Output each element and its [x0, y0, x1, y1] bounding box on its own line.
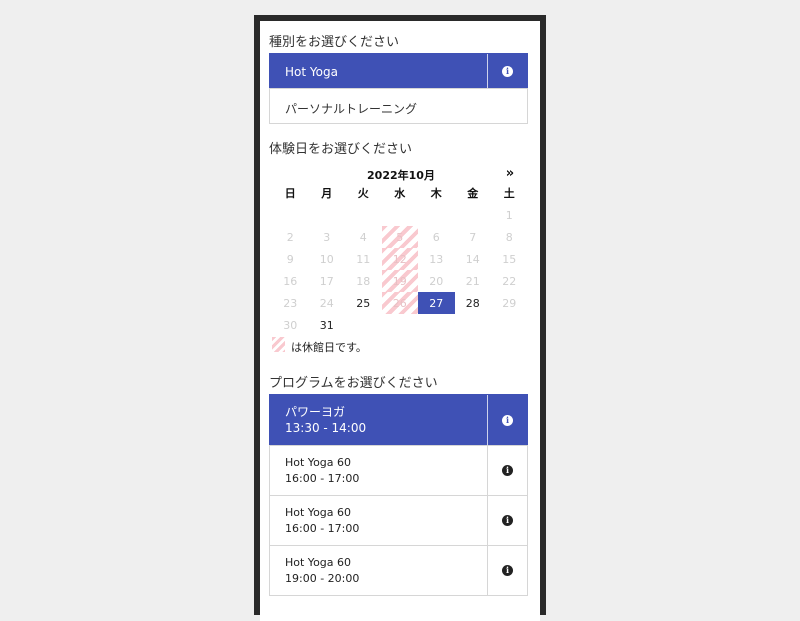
- calendar-day: 7: [469, 230, 477, 244]
- calendar-empty-cell: [345, 204, 382, 226]
- calendar-empty-cell: [272, 204, 309, 226]
- calendar-day: 1: [505, 208, 513, 222]
- program-name: Hot Yoga 60: [285, 456, 352, 469]
- calendar-day: 2: [286, 230, 294, 244]
- weekday-header: 金: [467, 187, 479, 200]
- calendar-day: 23: [283, 296, 298, 310]
- calendar-day-holiday: 19: [381, 270, 418, 292]
- calendar-day: 15: [502, 252, 517, 266]
- calendar-day: 14: [465, 252, 480, 266]
- calendar-empty-cell: [455, 314, 492, 336]
- program-time: 16:00 - 17:00: [285, 522, 360, 535]
- program-section-label: プログラムをお選びください: [269, 376, 438, 391]
- type-info-button[interactable]: i: [487, 54, 527, 88]
- program-info-button[interactable]: i: [487, 395, 527, 445]
- weekday-header: 火: [357, 187, 369, 200]
- calendar-day[interactable]: 28: [455, 292, 492, 314]
- calendar-day-holiday: 5: [381, 226, 418, 248]
- calendar-day: 24: [319, 296, 334, 310]
- calendar-day: 8: [505, 230, 513, 244]
- calendar-empty-cell: [418, 314, 455, 336]
- calendar-day: 22: [502, 274, 517, 288]
- holiday-legend-text: は休館日です。: [291, 341, 367, 354]
- info-icon: i: [502, 414, 513, 426]
- program-option[interactable]: パワーヨガ 13:30 - 14:00 i: [269, 394, 528, 446]
- calendar-day: 11: [356, 252, 371, 266]
- weekday-header: 月: [321, 187, 333, 200]
- info-icon: i: [502, 465, 513, 476]
- type-section-label: 種別をお選びください: [269, 35, 400, 50]
- program-option[interactable]: Hot Yoga 60 16:00 - 17:00 i: [269, 495, 528, 546]
- weekday-header: 日: [284, 187, 296, 200]
- calendar-day: 17: [319, 274, 334, 288]
- calendar-day: 29: [502, 296, 517, 310]
- calendar-day[interactable]: 25: [345, 292, 382, 314]
- program-option[interactable]: Hot Yoga 60 19:00 - 20:00 i: [269, 545, 528, 596]
- calendar-day-holiday: 12: [381, 248, 418, 270]
- calendar-empty-cell: [382, 314, 419, 336]
- type-option-hot-yoga[interactable]: Hot Yoga i: [269, 53, 528, 89]
- reservation-screen: 種別をお選びください Hot Yoga i パーソナルトレーニング 体験日をお選…: [260, 21, 540, 621]
- calendar-day-holiday: 26: [381, 292, 418, 314]
- info-icon: i: [502, 65, 513, 77]
- program-info-button[interactable]: i: [487, 446, 527, 495]
- calendar-empty-cell: [455, 204, 492, 226]
- calendar-day-selected[interactable]: 27: [418, 292, 455, 314]
- calendar-empty-cell: [382, 204, 419, 226]
- type-option-label: Hot Yoga: [285, 65, 338, 79]
- program-name: Hot Yoga 60: [285, 556, 352, 569]
- weekday-header: 木: [430, 187, 442, 200]
- calendar-grid: 日月火水木金土 1 2 3 4 5 6 7 8 9 10 11 12 13 14 15 16 17 18 19 20 21…: [272, 182, 528, 336]
- calendar-day: 18: [356, 274, 371, 288]
- type-option-label: パーソナルトレーニング: [285, 102, 418, 116]
- calendar-empty-cell: [309, 204, 346, 226]
- calendar-day: 10: [319, 252, 334, 266]
- program-time: 19:00 - 20:00: [285, 572, 360, 585]
- calendar-empty-cell: [491, 314, 528, 336]
- program-time: 13:30 - 14:00: [285, 421, 367, 435]
- calendar-empty-cell: [418, 204, 455, 226]
- calendar-day: 13: [429, 252, 444, 266]
- calendar-day: 3: [323, 230, 331, 244]
- info-icon: i: [502, 565, 513, 576]
- program-name: Hot Yoga 60: [285, 506, 352, 519]
- calendar-empty-cell: [345, 314, 382, 336]
- calendar-day: 20: [429, 274, 444, 288]
- calendar-month-title: 2022年10月: [367, 169, 435, 182]
- calendar-day: 9: [286, 252, 294, 266]
- weekday-header: 土: [503, 187, 515, 200]
- type-option-personal-training[interactable]: パーソナルトレーニング: [269, 88, 528, 124]
- calendar-day[interactable]: 31: [309, 314, 346, 336]
- info-icon: i: [502, 515, 513, 526]
- date-section-label: 体験日をお選びください: [269, 142, 413, 157]
- calendar-day: 6: [432, 230, 440, 244]
- program-info-button[interactable]: i: [487, 496, 527, 545]
- calendar-day: 4: [359, 230, 367, 244]
- holiday-legend-swatch: [272, 337, 285, 352]
- device-frame: 種別をお選びください Hot Yoga i パーソナルトレーニング 体験日をお選…: [254, 15, 546, 621]
- next-month-button[interactable]: »: [498, 166, 522, 181]
- calendar-day: 30: [283, 318, 298, 332]
- program-option[interactable]: Hot Yoga 60 16:00 - 17:00 i: [269, 445, 528, 496]
- weekday-header: 水: [394, 187, 406, 200]
- program-time: 16:00 - 17:00: [285, 472, 360, 485]
- program-name: パワーヨガ: [285, 405, 346, 419]
- calendar-day: 16: [283, 274, 298, 288]
- calendar-day: 21: [465, 274, 480, 288]
- program-info-button[interactable]: i: [487, 546, 527, 595]
